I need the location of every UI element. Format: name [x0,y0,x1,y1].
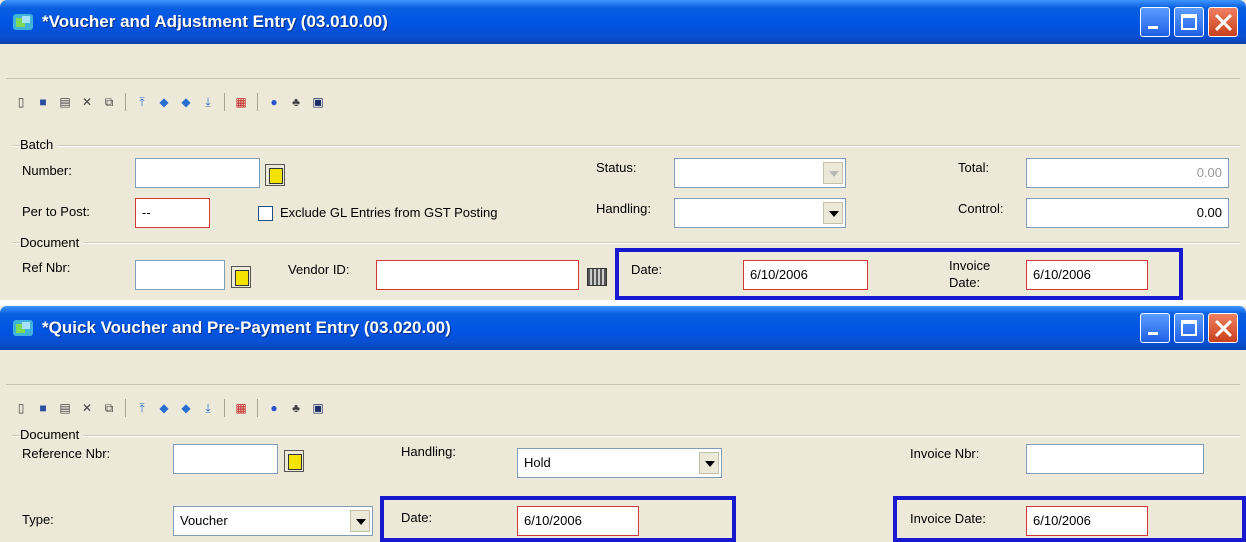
date-input[interactable]: 6/10/2006 [743,260,868,290]
reference-nbr-label: Reference Nbr: [22,446,111,461]
status-label: Status: [596,160,637,175]
delete-icon[interactable]: ✕ [78,399,96,417]
handling-label: Handling: [596,201,651,216]
invoice-date-label: Invoice Date: [949,258,991,290]
copy-icon[interactable]: ▤ [56,399,74,417]
handling-label: Handling: [401,444,456,459]
screen-icon[interactable]: ▣ [309,399,327,417]
batch-number-input[interactable] [135,158,260,188]
document-group-line [12,435,1240,437]
next-icon[interactable]: ◆ [177,399,195,417]
title-bar[interactable]: *Voucher and Adjustment Entry (03.010.00… [0,0,1246,44]
delete-icon[interactable]: ✕ [78,93,96,111]
app-icon [13,320,33,336]
app-icon [13,14,33,30]
toolbar-separator [125,399,126,417]
batch-number-lookup-button[interactable] [265,164,285,186]
ref-nbr-lookup-button[interactable] [231,266,251,288]
customize-icon[interactable]: ♣ [287,93,305,111]
total-label: Total: [958,160,990,175]
reference-nbr-input[interactable] [173,444,278,474]
copy-icon[interactable]: ▤ [56,93,74,111]
help-icon[interactable]: ● [265,399,283,417]
save-icon[interactable]: ■ [34,93,52,111]
chevron-down-icon[interactable] [823,162,843,184]
minimize-button[interactable] [1140,7,1170,37]
invoice-nbr-input[interactable] [1026,444,1204,474]
maximize-button[interactable] [1174,7,1204,37]
toolbar-separator [125,93,126,111]
save-icon[interactable]: ■ [34,399,52,417]
window-title: *Voucher and Adjustment Entry (03.010.00… [42,12,388,31]
ref-nbr-input[interactable] [135,260,225,290]
ref-nbr-label: Ref Nbr: [22,260,71,275]
vendor-id-input[interactable] [376,260,579,290]
paste-icon[interactable]: ⧉ [100,93,118,111]
minimize-button[interactable] [1140,313,1170,343]
window-title: *Quick Voucher and Pre-Payment Entry (03… [42,318,451,337]
handling-select[interactable] [674,198,846,228]
toolbar-separator [224,93,225,111]
control-input[interactable]: 0.00 [1026,198,1229,228]
customize-icon[interactable]: ♣ [287,399,305,417]
date-input[interactable]: 6/10/2006 [517,506,639,536]
vendor-grid-icon[interactable] [587,268,607,286]
first-icon[interactable]: ⤒ [133,93,151,111]
vendor-id-label: Vendor ID: [288,262,350,277]
date-label: Date: [631,262,663,277]
close-button[interactable] [1208,313,1238,343]
type-label: Type: [22,512,54,527]
document-group-line [12,242,1240,244]
chevron-down-icon[interactable] [350,510,370,532]
new-icon[interactable]: ▯ [12,93,30,111]
handling-select[interactable]: Hold [517,448,722,478]
toolbar: ▯ ■ ▤ ✕ ⧉ ⤒ ◆ ◆ ⤓ ▦ ● ♣ ▣ [12,90,327,114]
last-icon[interactable]: ⤓ [199,399,217,417]
invoice-nbr-label: Invoice Nbr: [910,446,980,461]
chevron-down-icon[interactable] [699,452,719,474]
first-icon[interactable]: ⤒ [133,399,151,417]
toolbar: ▯ ■ ▤ ✕ ⧉ ⤒ ◆ ◆ ⤓ ▦ ● ♣ ▣ [12,396,327,420]
invoice-date-input[interactable]: 6/10/2006 [1026,506,1148,536]
batch-group-label: Batch [20,137,58,152]
status-select[interactable] [674,158,846,188]
number-label: Number: [22,163,72,178]
toolbar-separator [257,399,258,417]
document-group-label: Document [20,427,84,442]
menu-bar [6,354,1240,385]
per-to-post-label: Per to Post: [22,204,90,219]
batch-group-line [12,145,1240,147]
close-button[interactable] [1208,7,1238,37]
screen-icon[interactable]: ▣ [309,93,327,111]
calendar-icon[interactable]: ▦ [232,93,250,111]
reference-nbr-lookup-button[interactable] [284,450,304,472]
type-select[interactable]: Voucher [173,506,373,536]
new-icon[interactable]: ▯ [12,399,30,417]
next-icon[interactable]: ◆ [177,93,195,111]
menu-bar [6,48,1240,79]
total-input: 0.00 [1026,158,1229,188]
maximize-button[interactable] [1174,313,1204,343]
exclude-gl-checkbox[interactable] [258,206,273,221]
toolbar-separator [224,399,225,417]
paste-icon[interactable]: ⧉ [100,399,118,417]
document-group-label: Document [20,235,84,250]
last-icon[interactable]: ⤓ [199,93,217,111]
date-label: Date: [401,510,433,525]
previous-icon[interactable]: ◆ [155,93,173,111]
control-label: Control: [958,201,1004,216]
title-bar[interactable]: *Quick Voucher and Pre-Payment Entry (03… [0,306,1246,350]
invoice-date-label: Invoice Date: [910,511,986,526]
calendar-icon[interactable]: ▦ [232,399,250,417]
help-icon[interactable]: ● [265,93,283,111]
invoice-date-input[interactable]: 6/10/2006 [1026,260,1148,290]
voucher-adjustment-window: *Voucher and Adjustment Entry (03.010.00… [0,0,1246,300]
quick-voucher-window: *Quick Voucher and Pre-Payment Entry (03… [0,306,1246,542]
previous-icon[interactable]: ◆ [155,399,173,417]
per-to-post-input[interactable]: -- [135,198,210,228]
chevron-down-icon[interactable] [823,202,843,224]
toolbar-separator [257,93,258,111]
exclude-gl-label: Exclude GL Entries from GST Posting [280,205,498,220]
